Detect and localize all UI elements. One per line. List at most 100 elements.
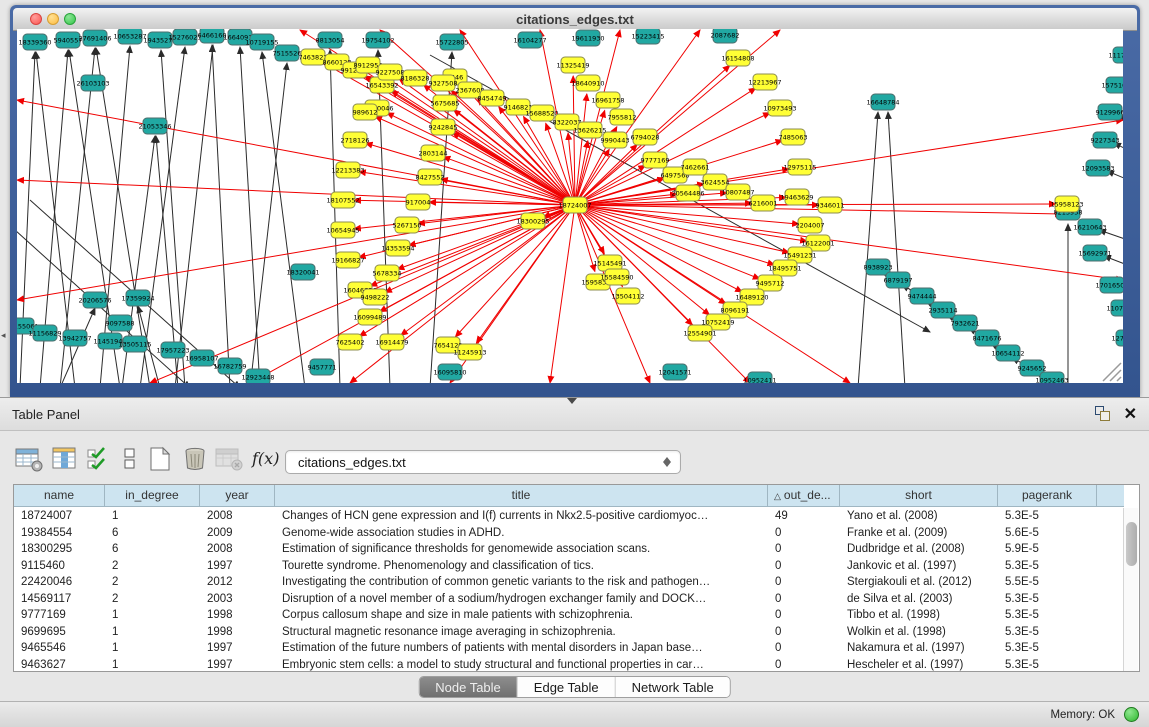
column-header-out_de[interactable]: △out_de... [768, 485, 840, 507]
graph-node[interactable]: 7485063 [779, 129, 808, 145]
function-builder-icon[interactable]: f(x) [252, 449, 279, 468]
delete-icon[interactable] [180, 446, 210, 474]
graph-node[interactable]: 16095810 [433, 364, 466, 380]
table-row[interactable]: 977716911998Corpus callosum shape and si… [14, 607, 1124, 624]
column-header-short[interactable]: short [840, 485, 998, 507]
graph-node[interactable]: 5675685 [431, 95, 460, 111]
graph-node[interactable]: 7625402 [336, 334, 365, 350]
row-height-icon[interactable] [120, 446, 140, 474]
graph-node[interactable]: 2204007 [796, 217, 825, 233]
graph-node[interactable]: 10654945 [326, 222, 359, 238]
tab-network-table[interactable]: Network Table [616, 677, 730, 697]
graph-node[interactable]: 9498222 [361, 289, 390, 305]
graph-node[interactable]: 26103103 [76, 75, 109, 91]
graph-node[interactable]: 2718126 [341, 132, 370, 148]
graph-node[interactable]: 19166827 [331, 252, 364, 268]
graph-node[interactable]: 12093583 [1081, 160, 1114, 176]
graph-node[interactable]: 16648784 [866, 94, 899, 110]
table-row[interactable]: 911546021997Tourette syndrome. Phenomeno… [14, 558, 1124, 575]
delete-table-icon[interactable] [214, 446, 244, 474]
graph-node[interactable]: 15722805 [435, 34, 468, 50]
graph-node[interactable]: 7515526 [273, 45, 302, 61]
tab-node-table[interactable]: Node Table [419, 677, 518, 697]
graph-node[interactable]: 11245913 [453, 344, 486, 360]
graph-node[interactable]: 8813054 [316, 32, 345, 48]
graph-node[interactable]: 16154808 [721, 50, 754, 66]
graph-node[interactable]: 17016504 [1095, 277, 1123, 293]
graph-node[interactable]: 16914479 [375, 334, 408, 350]
column-header-in_degree[interactable]: in_degree [105, 485, 200, 507]
graph-node[interactable]: 16104277 [513, 32, 546, 48]
graph-node[interactable]: 15584590 [600, 269, 633, 285]
vertical-scrollbar[interactable] [1123, 508, 1138, 671]
graph-node[interactable]: 16210643 [1073, 219, 1106, 235]
graph-node[interactable]: 20206576 [78, 292, 111, 308]
graph-node[interactable]: 989612 [353, 104, 378, 120]
splitter-handle-icon[interactable] [567, 398, 577, 404]
graph-node[interactable]: 10973493 [763, 100, 796, 116]
graph-node[interactable]: 12775021 [1111, 330, 1123, 346]
graph-node[interactable]: 2935114 [929, 302, 958, 318]
graph-node[interactable]: 18495751 [768, 260, 801, 276]
table-row[interactable]: 2242004622012Investigating the contribut… [14, 574, 1124, 591]
graph-node[interactable]: 18300295 [516, 213, 549, 229]
table-row[interactable]: 1830029562008Estimation of significance … [14, 541, 1124, 558]
tab-edge-table[interactable]: Edge Table [518, 677, 616, 697]
graph-node[interactable]: 9129966 [1096, 104, 1123, 120]
graph-node[interactable]: 12213383 [331, 162, 364, 178]
collapse-panel-icon[interactable]: ◂ [1, 330, 6, 341]
graph-node[interactable]: 18640910 [571, 75, 604, 91]
window-titlebar[interactable]: citations_edges.txt [13, 8, 1137, 31]
graph-node[interactable]: 18320041 [286, 264, 319, 280]
resize-grip[interactable] [1103, 363, 1121, 381]
close-panel-icon[interactable]: ✕ [1124, 404, 1137, 424]
graph-node[interactable]: 15958123 [1050, 196, 1083, 212]
graph-node[interactable]: 20564486 [671, 185, 704, 201]
graph-node[interactable]: 12923448 [241, 369, 274, 383]
graph-node[interactable]: 10719155 [245, 34, 278, 50]
graph-node[interactable]: 27691406 [78, 30, 111, 46]
table-row[interactable]: 1938455462009Genome-wide association stu… [14, 525, 1124, 542]
show-columns-icon[interactable] [50, 446, 80, 474]
graph-node[interactable]: 5678334 [373, 265, 402, 281]
graph-node[interactable]: 13505115 [118, 336, 151, 352]
network-canvas[interactable]: 1833936059405572769140610653287194352711… [17, 29, 1123, 383]
graph-node[interactable]: 8427552 [416, 169, 445, 185]
graph-node[interactable]: 6216001 [749, 195, 778, 211]
graph-node[interactable]: 16782759 [213, 358, 246, 374]
column-header-name[interactable]: name [14, 485, 105, 507]
graph-node[interactable]: 10807487 [721, 184, 754, 200]
graph-node[interactable]: 2803144 [419, 145, 448, 161]
graph-node[interactable]: 10654112 [991, 345, 1024, 361]
graph-node[interactable]: 19463629 [780, 189, 813, 205]
graph-node[interactable]: 19611930 [571, 30, 604, 46]
graph-node[interactable]: 18724007 [558, 197, 591, 213]
graph-node[interactable]: 12041571 [658, 364, 691, 380]
graph-node[interactable]: 15751074 [1101, 77, 1123, 93]
graph-node[interactable]: 7462661 [681, 159, 710, 175]
graph-node[interactable]: 11075338 [1106, 300, 1123, 316]
graph-node[interactable]: 8471676 [973, 330, 1002, 346]
table-row[interactable]: 946554611997Estimation of the future num… [14, 640, 1124, 657]
column-header-year[interactable]: year [200, 485, 275, 507]
graph-node[interactable]: 2087682 [711, 29, 740, 43]
graph-node[interactable]: 10653287 [113, 29, 146, 44]
table-row[interactable]: 969969511998Structural magnetic resonanc… [14, 624, 1124, 641]
graph-node[interactable]: 9242845 [429, 119, 458, 135]
network-graph[interactable]: 1833936059405572769140610653287194352711… [17, 29, 1123, 383]
graph-node[interactable]: 9227343 [1091, 132, 1120, 148]
graph-node[interactable]: 11173021 [1108, 47, 1123, 63]
graph-node[interactable]: 10952411 [743, 372, 776, 383]
graph-node[interactable]: 15223415 [631, 29, 664, 44]
graph-node[interactable]: 8186328 [401, 70, 430, 86]
column-header-title[interactable]: title [275, 485, 768, 507]
graph-node[interactable]: 6466160 [198, 29, 227, 43]
new-table-icon[interactable] [146, 446, 174, 474]
graph-node[interactable]: 9097588 [106, 315, 135, 331]
graph-node[interactable]: 13504112 [611, 288, 644, 304]
graph-node[interactable]: 13942757 [58, 330, 91, 346]
scrollbar-thumb[interactable] [1126, 522, 1137, 566]
graph-node[interactable]: 9327508 [429, 75, 458, 91]
graph-node[interactable]: 6794028 [631, 129, 660, 145]
graph-node[interactable]: 8454749 [478, 90, 507, 106]
